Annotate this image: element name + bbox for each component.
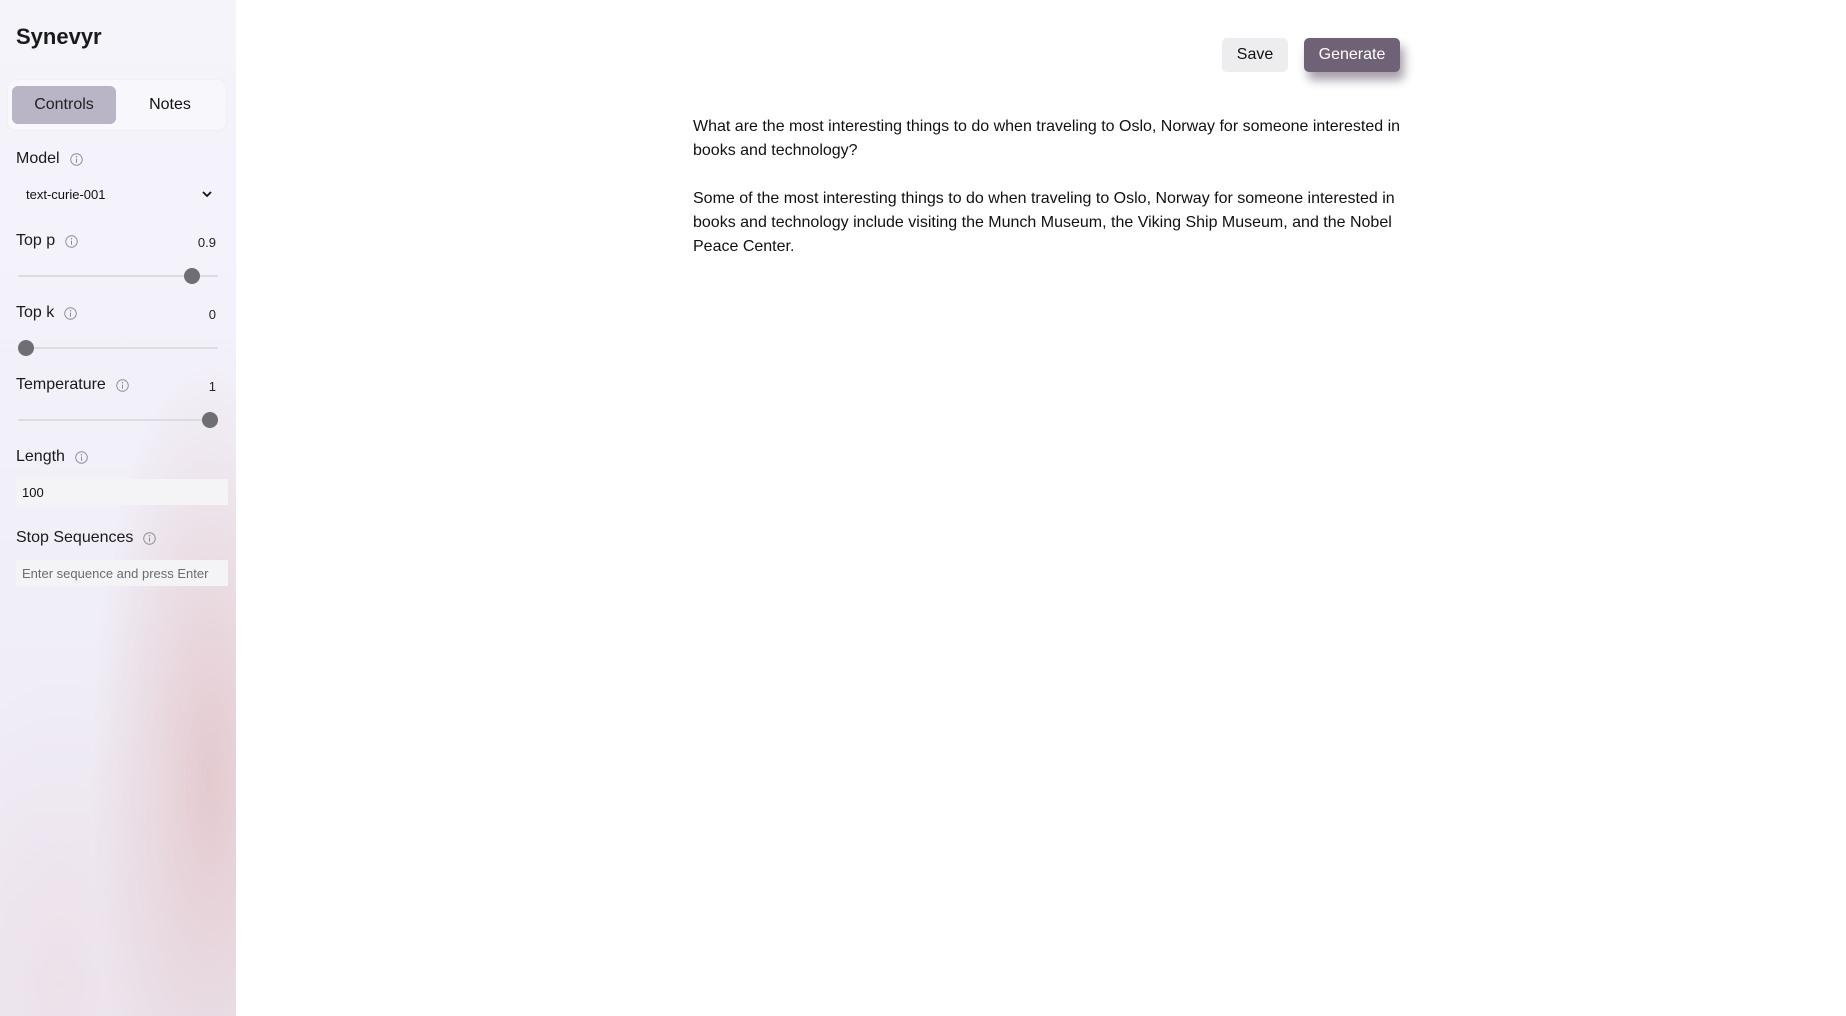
top-k-value: 0 <box>208 307 216 322</box>
stop-sequences-label: Stop Sequences <box>16 529 134 546</box>
slider-thumb[interactable] <box>202 412 218 428</box>
prompt-editor[interactable]: What are the most interesting things to … <box>693 115 1403 283</box>
tab-notes[interactable]: Notes <box>118 86 222 124</box>
length-label: Length <box>16 448 65 465</box>
temperature-label: Temperature <box>16 376 106 393</box>
info-icon[interactable] <box>69 152 83 166</box>
model-label-row: Model <box>16 150 83 168</box>
top-k-label-row: Top k <box>16 304 77 322</box>
temperature-label-row: Temperature <box>16 376 129 394</box>
info-icon[interactable] <box>116 378 129 392</box>
top-p-slider[interactable] <box>18 266 218 286</box>
top-p-label-row: Top p <box>16 232 78 250</box>
prompt-text: What are the most interesting things to … <box>693 118 1401 159</box>
top-k-label: Top k <box>16 304 55 321</box>
model-select-value: text-curie-001 <box>26 186 106 202</box>
generate-button[interactable]: Generate <box>1304 38 1400 72</box>
info-icon[interactable] <box>64 306 77 320</box>
tab-bar: Controls Notes <box>8 80 226 130</box>
slider-track <box>18 419 218 421</box>
tab-controls[interactable]: Controls <box>12 86 116 124</box>
app-root: Synevyr Controls Notes Model text-curie-… <box>0 0 1846 1016</box>
top-p-label: Top p <box>16 232 56 249</box>
length-input[interactable] <box>16 479 228 505</box>
app-title: Synevyr <box>16 24 102 49</box>
slider-thumb[interactable] <box>183 268 200 284</box>
model-select[interactable]: text-curie-001 <box>16 180 218 208</box>
top-k-slider[interactable] <box>18 338 218 358</box>
model-label: Model <box>16 150 60 167</box>
slider-track <box>18 347 218 349</box>
temperature-slider[interactable] <box>18 410 218 430</box>
info-icon[interactable] <box>143 531 157 545</box>
info-icon[interactable] <box>75 450 88 464</box>
info-icon[interactable] <box>65 234 78 248</box>
stop-sequences-label-row: Stop Sequences <box>16 529 157 547</box>
sidebar: Synevyr Controls Notes Model text-curie-… <box>0 0 236 1016</box>
save-button[interactable]: Save <box>1222 38 1288 72</box>
top-p-value: 0.9 <box>197 235 216 250</box>
length-label-row: Length <box>16 448 88 466</box>
temperature-value: 1 <box>208 379 216 394</box>
stop-sequences-input[interactable] <box>16 560 228 586</box>
completion-text: Some of the most interesting things to d… <box>693 190 1395 255</box>
slider-thumb[interactable] <box>18 340 34 356</box>
chevron-down-icon <box>202 191 212 198</box>
